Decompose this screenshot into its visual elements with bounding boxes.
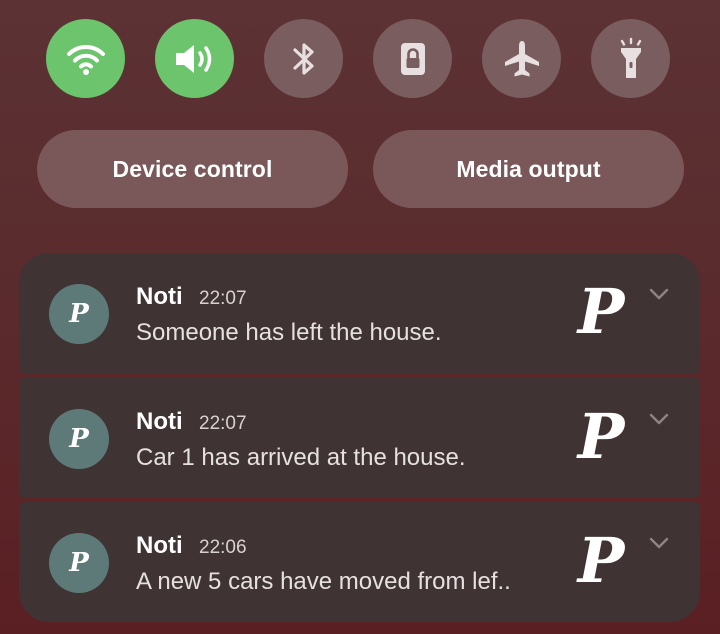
lock-toggle[interactable] xyxy=(373,19,452,98)
notification-time: 22:07 xyxy=(199,413,247,434)
quick-settings-toggles xyxy=(46,19,670,98)
app-avatar-icon: P xyxy=(49,284,109,344)
lock-icon xyxy=(400,42,425,75)
wifi-toggle[interactable] xyxy=(46,19,125,98)
chevron-down-icon[interactable] xyxy=(649,536,669,550)
notification-card[interactable]: P Noti 22:06 A new 5 cars have moved fro… xyxy=(19,502,700,622)
airplane-toggle[interactable] xyxy=(482,19,561,98)
notification-card[interactable]: P Noti 22:07 Car 1 has arrived at the ho… xyxy=(19,378,700,498)
chevron-down-icon[interactable] xyxy=(649,412,669,426)
app-avatar-icon: P xyxy=(49,409,109,469)
app-name: Noti xyxy=(136,408,183,435)
app-avatar-icon: P xyxy=(49,533,109,593)
bluetooth-icon xyxy=(292,42,314,75)
wifi-icon xyxy=(66,44,105,75)
flashlight-toggle[interactable] xyxy=(591,19,670,98)
notification-card[interactable]: P Noti 22:07 Someone has left the house.… xyxy=(19,253,700,373)
notification-message: Someone has left the house. xyxy=(136,319,442,346)
large-app-icon: P xyxy=(577,275,625,348)
notification-time: 22:07 xyxy=(199,288,247,309)
sound-toggle[interactable] xyxy=(155,19,234,98)
bluetooth-toggle[interactable] xyxy=(264,19,343,98)
large-app-icon: P xyxy=(577,524,625,597)
airplane-icon xyxy=(504,40,539,76)
media-output-button[interactable]: Media output xyxy=(373,130,684,208)
notification-message: A new 5 cars have moved from lef.. xyxy=(136,568,511,595)
device-control-button[interactable]: Device control xyxy=(37,130,348,208)
app-name: Noti xyxy=(136,283,183,310)
notification-message: Car 1 has arrived at the house. xyxy=(136,444,466,471)
flashlight-icon xyxy=(620,37,641,78)
app-name: Noti xyxy=(136,532,183,559)
notification-time: 22:06 xyxy=(199,537,247,558)
chevron-down-icon[interactable] xyxy=(649,287,669,301)
large-app-icon: P xyxy=(577,400,625,473)
volume-icon xyxy=(175,44,211,73)
